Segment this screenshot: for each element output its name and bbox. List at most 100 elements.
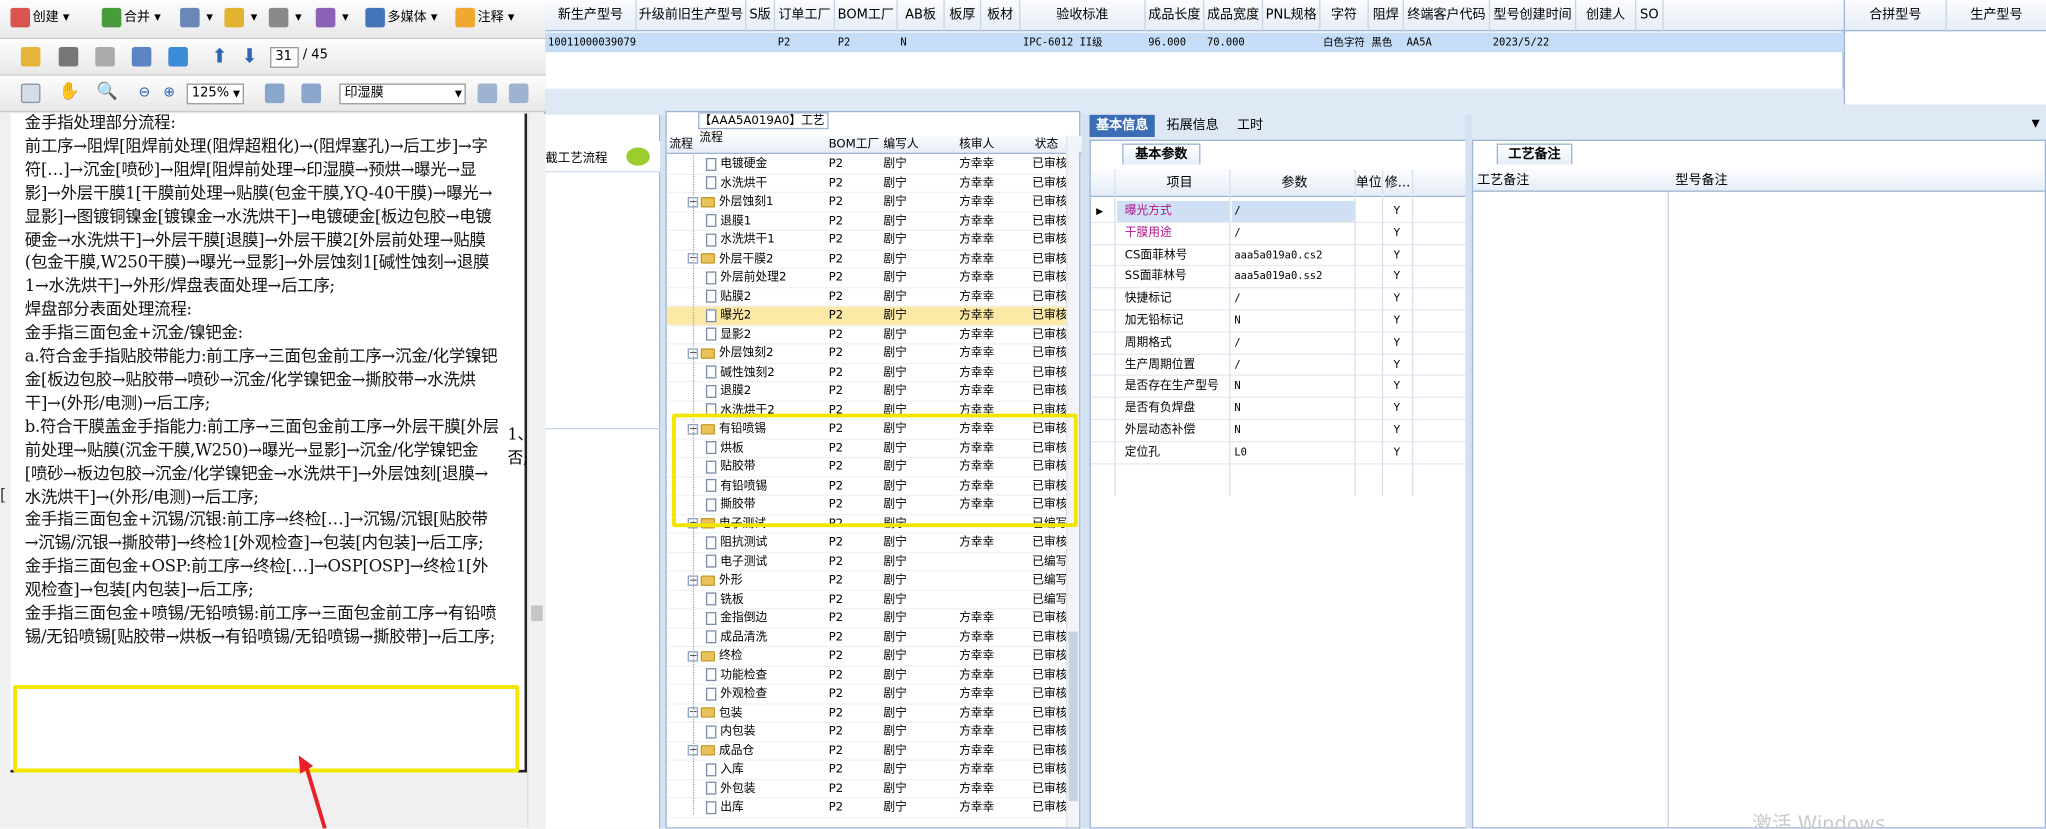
hand-tool-icon[interactable]: ✋ — [59, 82, 80, 102]
zoom-in-icon[interactable]: ⊕ — [163, 84, 175, 101]
col-header[interactable]: 字符 — [1321, 0, 1369, 32]
col-header-writer[interactable]: 编写人 — [883, 136, 918, 154]
col-header-value[interactable]: 参数 — [1232, 170, 1357, 197]
flow-row[interactable]: 电镀硬金 P2 剧宁 方幸幸 已审核 — [666, 155, 1069, 175]
process-list-item[interactable]: 截工艺流程 — [545, 140, 661, 173]
print-icon[interactable] — [58, 46, 79, 67]
col-header[interactable]: 创建人 — [1576, 0, 1637, 32]
flow-row[interactable]: 水洗烘干 P2 剧宁 方幸幸 已审核 — [666, 174, 1069, 194]
flow-row[interactable]: 贴膜2 P2 剧宁 方幸幸 已审核 — [666, 288, 1069, 307]
tab-extended-info[interactable]: 拓展信息 — [1160, 115, 1225, 137]
flow-row[interactable]: 退膜1 P2 剧宁 方幸幸 已审核 — [666, 212, 1069, 231]
find-input[interactable]: 印湿膜 ▼ — [339, 83, 466, 105]
flow-row[interactable]: − 外形 P2 剧宁 已编写 — [666, 572, 1069, 591]
param-row[interactable]: ▶ 曝光方式 / Y — [1090, 200, 1467, 223]
table-cell[interactable] — [945, 33, 982, 53]
col-header-flow[interactable]: 流程 — [669, 136, 693, 154]
flow-row[interactable]: 出库 P2 剧宁 方幸幸 已审核 — [666, 799, 1069, 818]
comment-button[interactable]: 注释 ▾ — [455, 7, 514, 30]
param-row[interactable]: 生产周期位置 / Y — [1090, 354, 1467, 377]
table-cell[interactable]: 70.000 — [1204, 33, 1263, 53]
col-header[interactable]: SO — [1636, 0, 1664, 32]
flow-row[interactable]: 功能检查 P2 剧宁 方幸幸 已审核 — [666, 666, 1069, 686]
flow-row[interactable]: 阻抗测试 P2 剧宁 方幸幸 已审核 — [666, 534, 1069, 553]
zoom-tool-icon[interactable]: 🔍 — [97, 82, 118, 102]
page-number-input[interactable]: 31 — [270, 46, 299, 68]
merge-button[interactable]: 合并 ▾ — [101, 7, 161, 30]
param-row[interactable]: 加无铅标记 N Y — [1090, 311, 1467, 333]
col-header-status[interactable]: 状态 — [1035, 136, 1059, 154]
flow-row[interactable]: 显影2 P2 剧宁 方幸幸 已审核 — [666, 326, 1069, 345]
table-cell[interactable]: 黑色 — [1369, 33, 1404, 53]
table-cell[interactable] — [1576, 33, 1636, 53]
flow-row[interactable]: 铣板 P2 剧宁 已编写 — [666, 590, 1069, 610]
collaborate-icon[interactable] — [168, 46, 188, 67]
open-icon[interactable] — [20, 46, 41, 67]
flow-row[interactable]: − 包装 P2 剧宁 方幸幸 已审核 — [666, 704, 1069, 723]
col-header[interactable]: 升级前旧生产型号 — [637, 0, 747, 32]
flow-row[interactable]: 金指倒边 P2 剧宁 方幸幸 已审核 — [666, 609, 1069, 629]
select-tool-icon[interactable] — [20, 83, 41, 104]
zoom-out-icon[interactable]: ⊖ — [138, 84, 150, 101]
col-header-item[interactable]: 项目 — [1117, 170, 1242, 197]
col-header[interactable]: BOM工厂 — [835, 0, 898, 32]
param-row[interactable]: 快捷标记 / Y — [1090, 289, 1467, 311]
save-icon[interactable] — [95, 46, 115, 67]
col-header[interactable]: 生产型号 — [1947, 0, 2046, 31]
param-row[interactable]: 是否有负焊盘 N Y — [1090, 398, 1467, 421]
col-header[interactable]: PNL规格 — [1263, 0, 1321, 32]
col-header[interactable]: 型号创建时间 — [1490, 0, 1577, 32]
table-row[interactable]: 10011000039079 P2 P2 N IPC-6012 II级 96.000 70.… — [545, 32, 1844, 53]
col-header[interactable]: 成品长度 — [1146, 0, 1205, 32]
param-row[interactable]: CS面菲林号 aaa5a019a0.cs2 Y — [1090, 245, 1467, 267]
model-notes-field[interactable] — [1670, 192, 2044, 827]
find-prev-icon[interactable] — [477, 83, 498, 104]
flow-row[interactable]: − 外层蚀刻1 P2 剧宁 方幸幸 已审核 — [666, 193, 1069, 213]
tab-process-notes[interactable]: 工艺备注 — [1496, 143, 1573, 165]
col-header[interactable]: 验收标准 — [1020, 0, 1146, 32]
col-header-checker[interactable]: 核审人 — [959, 136, 994, 154]
tab-dropdown-icon[interactable]: ▼ — [2032, 117, 2040, 129]
table-cell[interactable] — [637, 33, 747, 53]
email-icon[interactable] — [131, 46, 152, 67]
col-header[interactable]: S版 — [746, 0, 776, 32]
param-row[interactable]: 周期格式 / Y — [1090, 332, 1467, 355]
flow-row[interactable]: 曝光2 P2 剧宁 方幸幸 已审核 — [666, 306, 1069, 326]
pdf-scroll-thumb[interactable] — [531, 605, 543, 622]
col-header[interactable]: AB板 — [898, 0, 945, 32]
col-header[interactable]: 终端客户代码 — [1404, 0, 1491, 32]
col-header[interactable]: 板厚 — [945, 0, 982, 32]
table-cell[interactable]: P2 — [835, 33, 898, 53]
param-row[interactable]: SS面菲林号 aaa5a019a0.ss2 Y — [1090, 267, 1467, 289]
flow-row[interactable]: 外观检查 P2 剧宁 方幸幸 已审核 — [666, 685, 1069, 704]
export-button[interactable]: ▾ — [180, 7, 213, 30]
param-row[interactable]: 是否存在生产型号 N Y — [1090, 376, 1467, 399]
flow-row[interactable]: − 外层蚀刻2 P2 剧宁 方幸幸 已审核 — [666, 344, 1069, 364]
col-header-unit[interactable]: 单位 — [1356, 170, 1382, 197]
table-cell[interactable]: AA5A — [1404, 33, 1490, 53]
table-cell[interactable] — [1636, 33, 1663, 53]
create-button[interactable]: 创建 ▾ — [10, 7, 69, 30]
col-header-bom[interactable]: BOM工厂 — [829, 136, 880, 154]
flow-row[interactable]: 碱性蚀刻2 P2 剧宁 方幸幸 已审核 — [666, 363, 1069, 383]
multimedia-button[interactable]: 多媒体 ▾ — [365, 7, 437, 30]
table-cell[interactable]: 白色字符 — [1321, 33, 1369, 53]
fit-page-icon[interactable] — [264, 83, 285, 104]
flow-row[interactable]: 外层前处理2 P2 剧宁 方幸幸 已审核 — [666, 269, 1069, 288]
col-header[interactable]: 合拼型号 — [1845, 0, 1947, 32]
col-header[interactable]: 板材 — [981, 0, 1021, 32]
prev-page-icon[interactable]: ⬆ — [211, 44, 227, 67]
tab-basic-params[interactable]: 基本参数 — [1122, 143, 1201, 165]
next-page-icon[interactable]: ⬇ — [241, 44, 257, 67]
table-cell[interactable]: 10011000039079 — [545, 33, 636, 53]
param-row[interactable]: 干膜用途 / Y — [1090, 222, 1467, 245]
sign-button[interactable]: ▾ — [268, 7, 302, 30]
table-cell[interactable] — [1263, 33, 1320, 53]
zoom-select[interactable]: 125% ▼ — [186, 83, 245, 105]
flow-row[interactable]: 外包装 P2 剧宁 方幸幸 已审核 — [666, 780, 1069, 799]
tab-work-hours[interactable]: 工时 — [1230, 115, 1269, 137]
table-cell[interactable] — [746, 33, 775, 53]
fit-width-icon[interactable] — [301, 83, 321, 104]
col-header[interactable]: 订单工厂 — [775, 0, 836, 32]
col-header[interactable]: 成品宽度 — [1204, 0, 1264, 32]
